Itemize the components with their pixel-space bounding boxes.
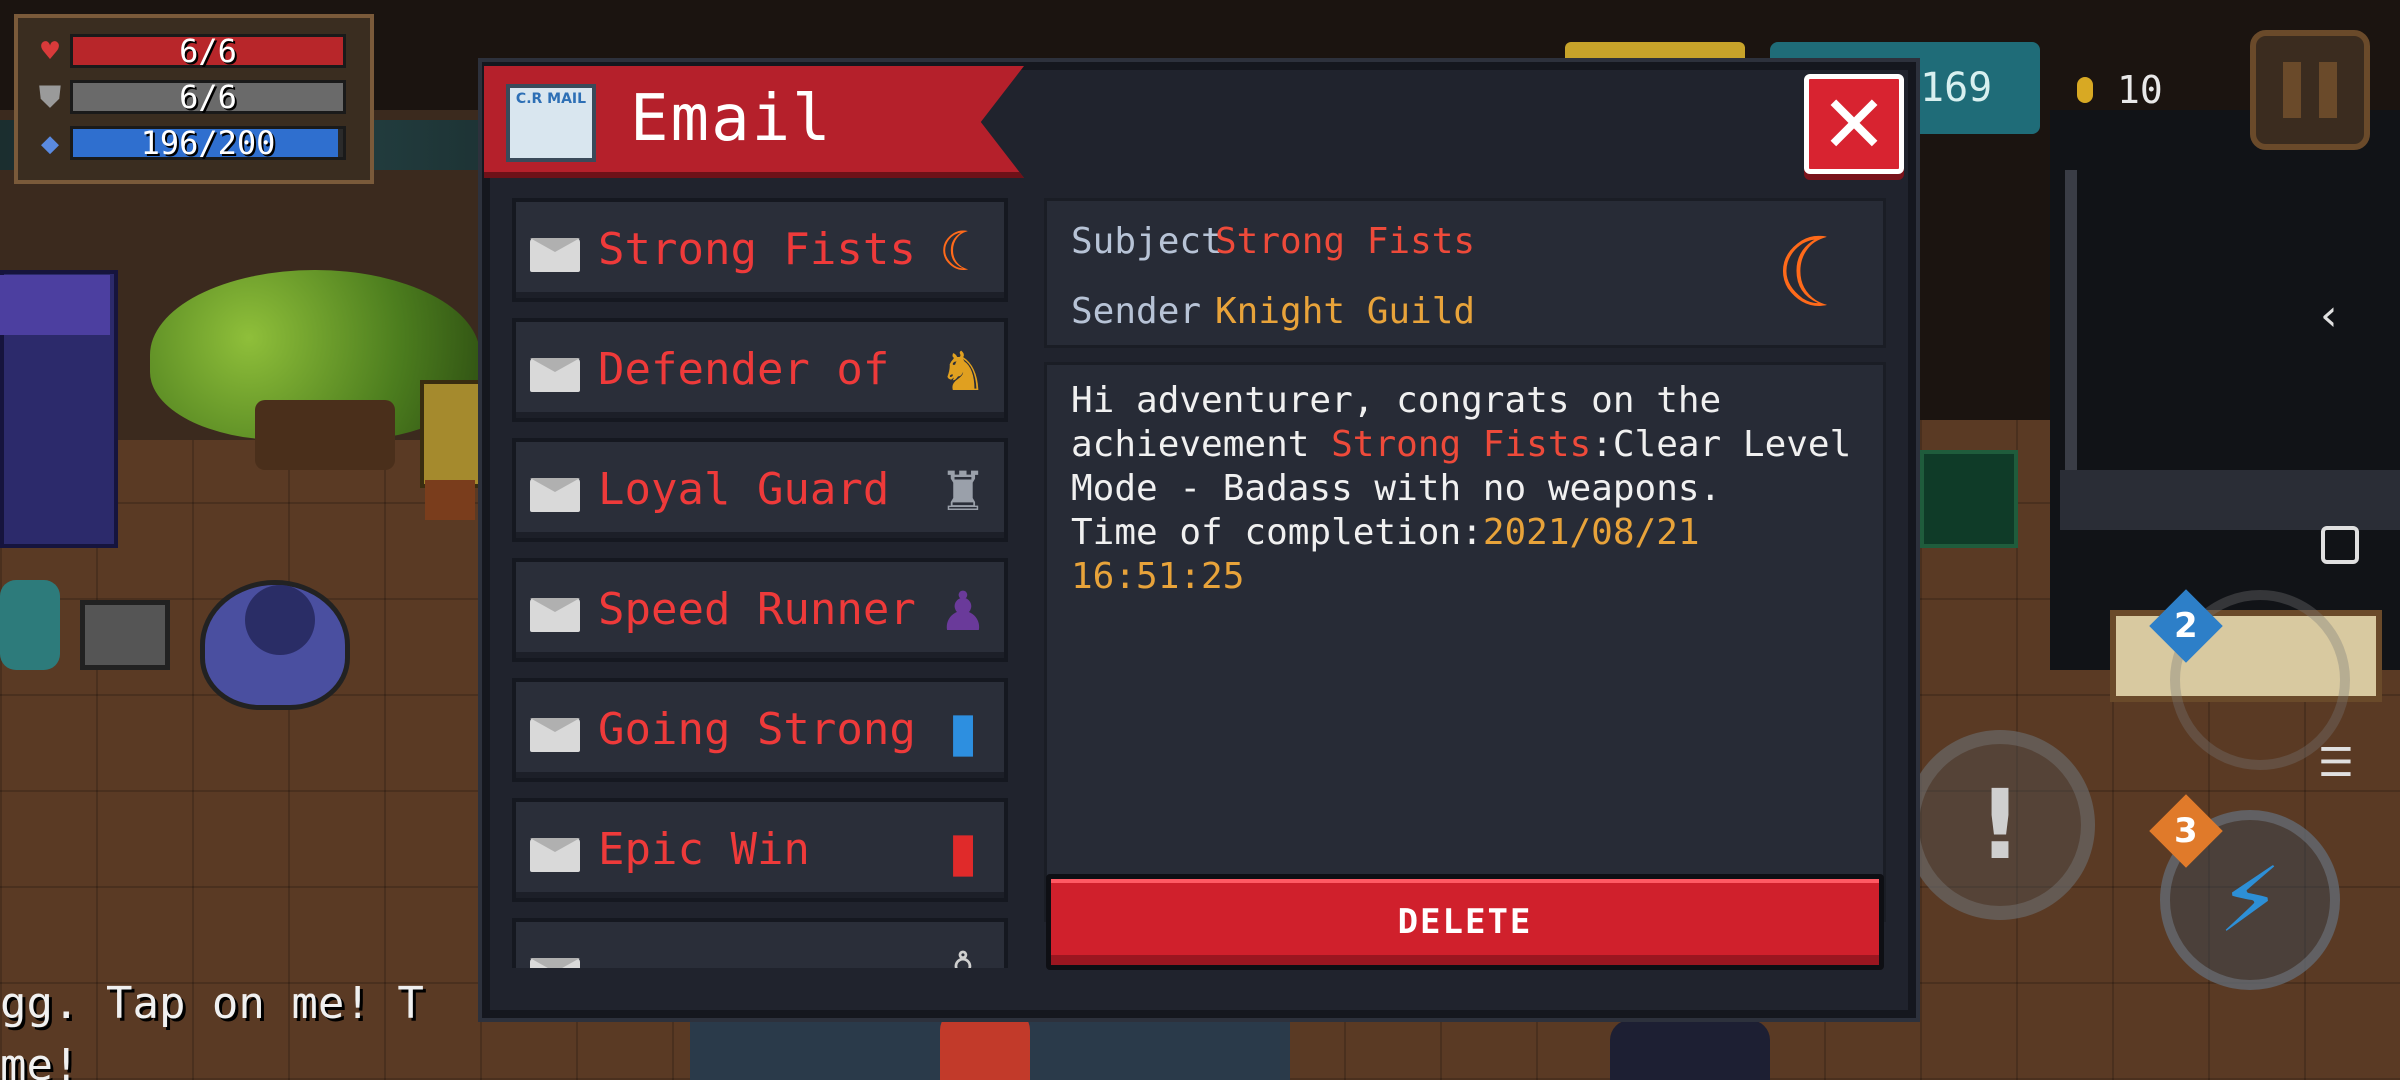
pause-icon-bar-left [2283, 62, 2301, 118]
system-back-icon[interactable]: ‹ [2320, 290, 2360, 341]
body-line-2: achievement Strong Fists:Clear Level [1071, 423, 1859, 467]
top-bar-decoration [1565, 42, 1745, 62]
envelope-icon [530, 358, 580, 392]
energy-text: 196/200 [140, 124, 276, 162]
mail-item-going-strong[interactable]: Going Strong ▮ [512, 678, 1008, 782]
right-wall [2060, 470, 2400, 530]
coins-counter: 10 [2055, 55, 2235, 125]
skill-charge-number: 3 [2174, 810, 2198, 851]
hp-row: ♥ 6/6 [30, 30, 358, 72]
mail-item-speed-runner[interactable]: Speed Runner ♟ [512, 558, 1008, 662]
coin-icon [2077, 77, 2093, 103]
hp-bar: 6/6 [70, 32, 346, 70]
subject-label: Subject [1071, 221, 1223, 262]
right-room [2050, 110, 2400, 670]
body-text: achievement [1071, 424, 1332, 465]
subject-value: Strong Fists [1215, 221, 1476, 262]
system-home-icon[interactable] [2321, 526, 2359, 564]
gems-value: 169 [1920, 65, 1993, 111]
pause-button[interactable] [2250, 30, 2370, 150]
energy-crystal-icon: ◆ [40, 125, 60, 161]
email-dialog: C.R MAIL Email ✕ Strong Fists ☾ Defender… [482, 62, 1916, 1018]
wizard-hat [245, 585, 315, 655]
player-stats-panel: ♥ 6/6 ⛊ 6/6 ◆ 196/200 [14, 14, 374, 184]
shield-icon: ⛊ [38, 79, 62, 115]
mail-item-label: Epic Win [598, 824, 810, 875]
energy-bar: 196/200 [70, 124, 346, 162]
mail-item-label: Speed Runner [598, 584, 916, 635]
bottom-character-2 [1610, 1020, 1770, 1080]
hp-text: 6/6 [179, 32, 237, 70]
green-npc[interactable] [0, 580, 60, 670]
envelope-icon [530, 238, 580, 272]
armored-guard-icon: ♜ [938, 459, 988, 523]
envelope-icon [530, 718, 580, 752]
weapon-slot-number: 2 [2174, 605, 2198, 646]
purple-runner-icon: ♟ [938, 579, 988, 643]
armor-text: 6/6 [179, 78, 237, 116]
mail-item-epic-win[interactable]: Epic Win ▮ [512, 798, 1008, 902]
close-button[interactable]: ✕ [1804, 74, 1904, 174]
envelope-icon [530, 838, 580, 872]
body-line-3: Mode - Badass with no weapons. [1071, 468, 1722, 509]
sender-value: Knight Guild [1215, 291, 1476, 332]
sender-label: Sender [1071, 291, 1202, 332]
heart-icon: ♥ [40, 33, 60, 69]
body-text: :Clear Level [1591, 424, 1852, 465]
mail-body: Hi adventurer, congrats on the achieveme… [1044, 362, 1886, 922]
armor-bar: 6/6 [70, 78, 346, 116]
mail-item-label: Going Strong [598, 704, 916, 755]
bottom-character [940, 1010, 1030, 1080]
completion-label: Time of completion: [1071, 512, 1483, 553]
mail-item-defender[interactable]: Defender of S ♞ [512, 318, 1008, 422]
mail-icon-label: C.R MAIL [515, 91, 587, 107]
mail-item-partial[interactable]: ♙ [512, 918, 1008, 968]
pause-icon-bar-right [2319, 62, 2337, 118]
red-card-icon: ▮ [948, 819, 978, 883]
green-crate [1920, 450, 2018, 548]
mail-item-label: Defender of S [598, 344, 918, 395]
dialog-header: C.R MAIL Email [484, 66, 1024, 178]
system-menu-icon[interactable]: ☰ [2318, 740, 2358, 786]
delete-button[interactable]: DELETE [1046, 874, 1884, 970]
mail-item-label: Loyal Guard [598, 464, 890, 515]
tree-trunk [255, 400, 395, 470]
npc-chat-text: gg. Tap on me! T [0, 978, 424, 1029]
coins-value: 10 [2117, 68, 2163, 112]
mail-list[interactable]: Strong Fists ☾ Defender of S ♞ Loyal Gua… [512, 198, 1012, 968]
partial-item-icon: ♙ [926, 934, 1000, 969]
robot-base [425, 480, 475, 520]
dialog-title: Email [630, 82, 833, 156]
achievement-name: Strong Fists [1331, 424, 1592, 465]
shelf-top [0, 275, 110, 335]
mail-envelope-icon: C.R MAIL [506, 84, 596, 162]
envelope-icon [530, 598, 580, 632]
mail-detail-header: Subject Strong Fists Sender Knight Guild… [1044, 198, 1886, 348]
computer-monitor [80, 600, 170, 670]
mail-item-label: Strong Fists [598, 224, 916, 275]
envelope-icon [530, 958, 580, 968]
blue-card-icon: ▮ [948, 699, 978, 763]
close-icon: ✕ [1820, 77, 1888, 171]
mail-item-strong-fists[interactable]: Strong Fists ☾ [512, 198, 1008, 302]
npc-chat-text-2: me! [0, 1040, 80, 1080]
mail-item-loyal-guard[interactable]: Loyal Guard ♜ [512, 438, 1008, 542]
golden-knight-icon: ♞ [938, 339, 988, 403]
crescent-fist-icon: ☾ [938, 219, 988, 283]
body-line-1: Hi adventurer, congrats on the [1071, 380, 1722, 421]
energy-row: ◆ 196/200 [30, 122, 358, 164]
envelope-icon [530, 478, 580, 512]
right-pillar [2065, 170, 2077, 470]
attack-button[interactable]: ! [1905, 730, 2095, 920]
robot-npc[interactable] [420, 380, 488, 488]
body-line-4: Time of completion:2021/08/21 16:51:25 [1071, 511, 1859, 599]
crescent-fist-icon: ☾ [1774, 217, 1862, 329]
armor-row: ⛊ 6/6 [30, 76, 358, 118]
